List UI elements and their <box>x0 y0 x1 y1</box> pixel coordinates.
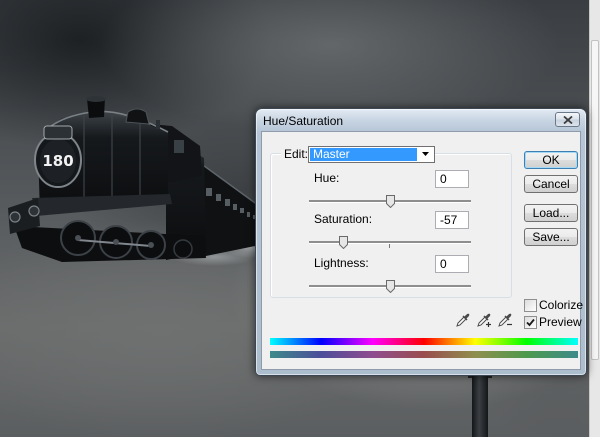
cancel-button[interactable]: Cancel <box>524 175 578 193</box>
input-color-bar <box>270 338 578 345</box>
cab-window <box>174 140 184 153</box>
saturation-slider-center-tick <box>389 244 390 248</box>
eyedropper-button[interactable] <box>455 312 471 328</box>
hue-label: Hue: <box>314 171 340 185</box>
steam-dome <box>125 108 150 125</box>
output-color-bar <box>270 351 578 358</box>
dialog-title: Hue/Saturation <box>263 114 344 128</box>
dialog-client-area: Edit: Master Hue: Saturation: <box>262 132 583 369</box>
buffer-right <box>28 205 40 217</box>
eyedropper-minus-icon <box>498 313 512 327</box>
eyedropper-icon <box>456 313 470 327</box>
eyedropper-plus-icon <box>477 313 491 327</box>
hue-saturation-dialog: Hue/Saturation Edit: Master Hue: 0 Satur… <box>255 108 587 376</box>
hue-slider-thumb[interactable] <box>385 195 395 209</box>
photoshop-canvas: 180 Hue/Saturation Edit: Master Hue: 0 S… <box>0 0 600 437</box>
edit-dropdown[interactable]: Master <box>308 146 435 163</box>
adjustment-group-box <box>270 153 512 298</box>
edit-label: Edit: <box>281 147 312 161</box>
lightness-label: Lightness: <box>314 256 369 270</box>
lightness-input[interactable] <box>435 255 469 273</box>
checkmark-icon <box>526 318 535 327</box>
safety-valve <box>156 120 160 129</box>
hue-input[interactable] <box>435 170 469 188</box>
locomotive-number: 180 <box>42 152 73 170</box>
scrollbar-thumb[interactable] <box>591 40 599 360</box>
train: 180 <box>8 96 278 266</box>
buffer-left <box>9 211 21 223</box>
dropdown-arrow-icon <box>422 152 429 156</box>
sign-pole <box>472 374 488 437</box>
preview-checkbox[interactable] <box>524 316 537 329</box>
edit-dropdown-button[interactable] <box>418 147 434 162</box>
saturation-slider-thumb[interactable] <box>339 236 349 250</box>
saturation-slider-track <box>309 241 471 244</box>
edit-dropdown-value: Master <box>310 148 417 161</box>
lightness-slider-thumb[interactable] <box>385 280 395 294</box>
ok-button[interactable]: OK <box>524 151 578 169</box>
save-button[interactable]: Save... <box>524 228 578 246</box>
close-button[interactable] <box>555 112 580 127</box>
load-button[interactable]: Load... <box>524 204 578 222</box>
headboard-plate <box>43 125 73 140</box>
preview-label[interactable]: Preview <box>539 315 582 329</box>
eyedropper-plus-button[interactable] <box>476 312 492 328</box>
saturation-label: Saturation: <box>314 212 373 226</box>
colorize-checkbox[interactable] <box>524 299 537 312</box>
saturation-input[interactable] <box>435 211 469 229</box>
close-icon <box>563 116 573 124</box>
colorize-label[interactable]: Colorize <box>539 298 583 312</box>
saturation-slider[interactable] <box>309 235 471 250</box>
lightness-slider[interactable] <box>309 279 471 294</box>
hue-slider[interactable] <box>309 194 471 209</box>
vertical-scrollbar[interactable] <box>589 0 600 437</box>
eyedropper-minus-button[interactable] <box>497 312 513 328</box>
smokestack-rim <box>86 96 106 102</box>
